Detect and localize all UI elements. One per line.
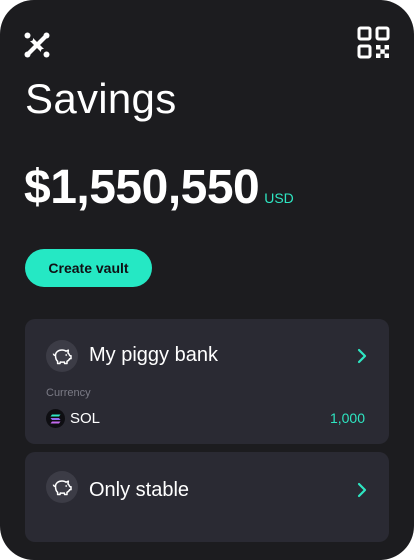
app-screen: Savings $1,550,550 USD Create vault My p… <box>0 0 414 560</box>
vault-card-only-stable[interactable]: Only stable <box>25 452 389 542</box>
create-vault-button[interactable]: Create vault <box>25 249 152 287</box>
piggy-bank-icon <box>46 340 78 372</box>
currency-label: Currency <box>46 387 91 399</box>
page-title: Savings <box>25 75 177 122</box>
solana-icon <box>46 409 65 428</box>
vault-card-my-piggy-bank[interactable]: My piggy bank Currency SOL 1,000 <box>25 319 389 444</box>
x-logo-icon[interactable] <box>24 32 50 58</box>
token-amount: 1,000 <box>329 410 365 426</box>
balance-currency: USD <box>264 190 294 206</box>
qr-code-icon[interactable] <box>357 26 390 59</box>
chevron-right-icon[interactable] <box>357 482 367 498</box>
piggy-bank-icon <box>46 471 78 503</box>
token-symbol: SOL <box>70 410 101 427</box>
chevron-right-icon[interactable] <box>357 348 367 364</box>
balance-amount: $1,550,550 <box>24 161 260 214</box>
total-balance: $1,550,550 USD <box>24 160 294 215</box>
vault-name: Only stable <box>89 479 190 501</box>
vault-name: My piggy bank <box>89 344 218 366</box>
